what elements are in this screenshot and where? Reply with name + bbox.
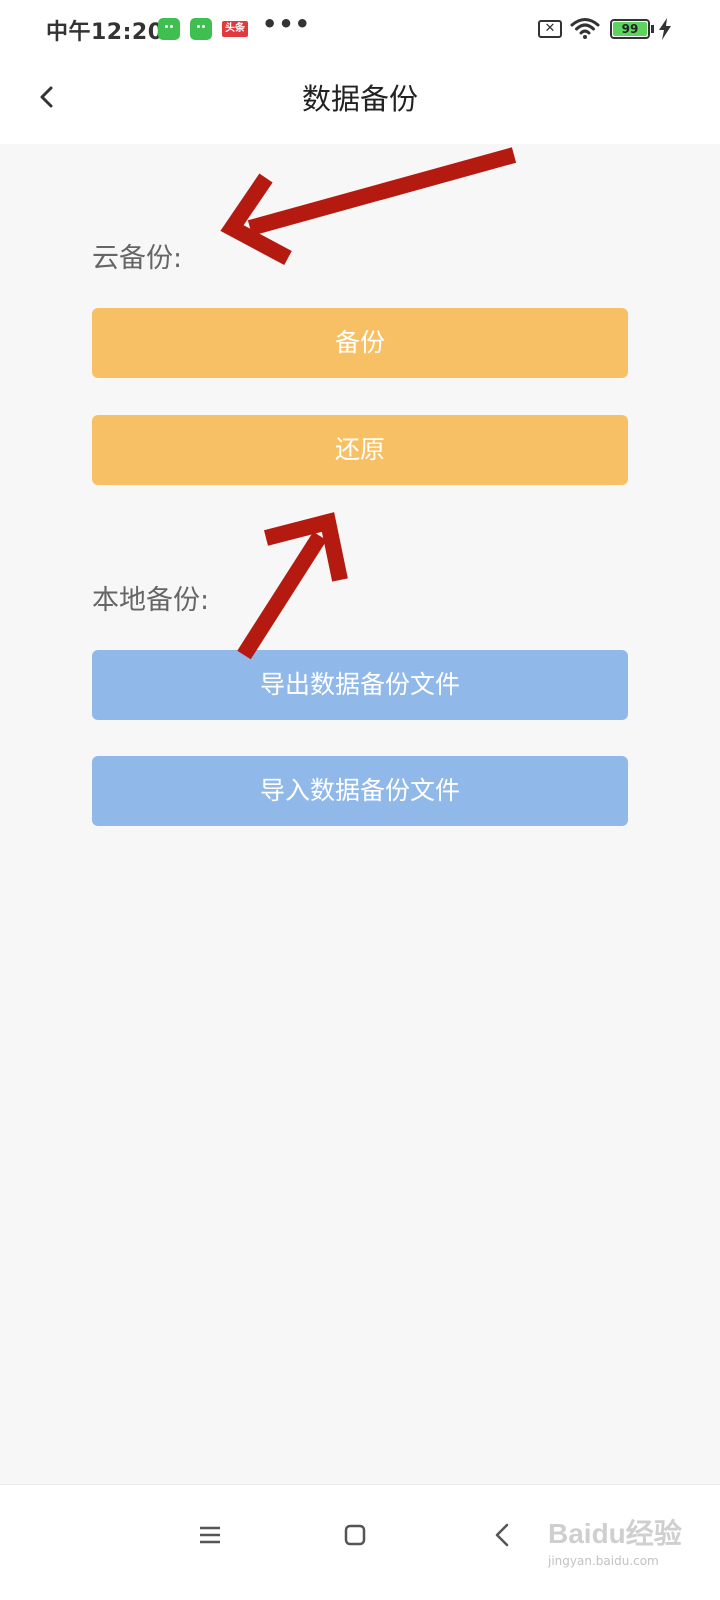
home-icon[interactable] <box>333 1513 377 1557</box>
status-time: 中午12:20 <box>46 20 164 45</box>
main-content: 云备份: 备份 还原 本地备份: 导出数据备份文件 导入数据备份文件 <box>0 144 720 1484</box>
status-bar: 中午12:20 头条 ••• ✕ 99 <box>0 0 720 58</box>
import-backup-file-button[interactable]: 导入数据备份文件 <box>92 756 628 826</box>
app-notification-icon <box>158 18 180 40</box>
battery-tip <box>651 25 654 33</box>
nav-back-icon[interactable] <box>481 1513 525 1557</box>
watermark-url: jingyan.baidu.com <box>548 1554 659 1568</box>
wifi-icon <box>570 18 600 39</box>
app-notification-icon <box>190 18 212 40</box>
export-backup-file-button[interactable]: 导出数据备份文件 <box>92 650 628 720</box>
cloud-backup-label: 云备份: <box>92 243 183 274</box>
page-title: 数据备份 <box>301 82 418 116</box>
watermark-brand: Baidu经验 <box>548 1518 682 1549</box>
more-notifications-icon: ••• <box>262 10 312 38</box>
cloud-backup-button[interactable]: 备份 <box>92 308 628 378</box>
cloud-restore-button[interactable]: 还原 <box>92 415 628 485</box>
toutiao-notification-icon: 头条 <box>222 21 248 37</box>
menu-icon[interactable] <box>188 1513 232 1557</box>
app-header: 数据备份 <box>0 58 720 144</box>
charging-icon <box>659 18 671 40</box>
baidu-watermark: Baidu经验 jingyan.baidu.com <box>548 1512 688 1588</box>
battery-icon: 99 <box>610 19 650 39</box>
no-sim-icon: ✕ <box>538 20 562 38</box>
local-backup-label: 本地备份: <box>92 585 210 616</box>
battery-level: 99 <box>613 22 647 36</box>
